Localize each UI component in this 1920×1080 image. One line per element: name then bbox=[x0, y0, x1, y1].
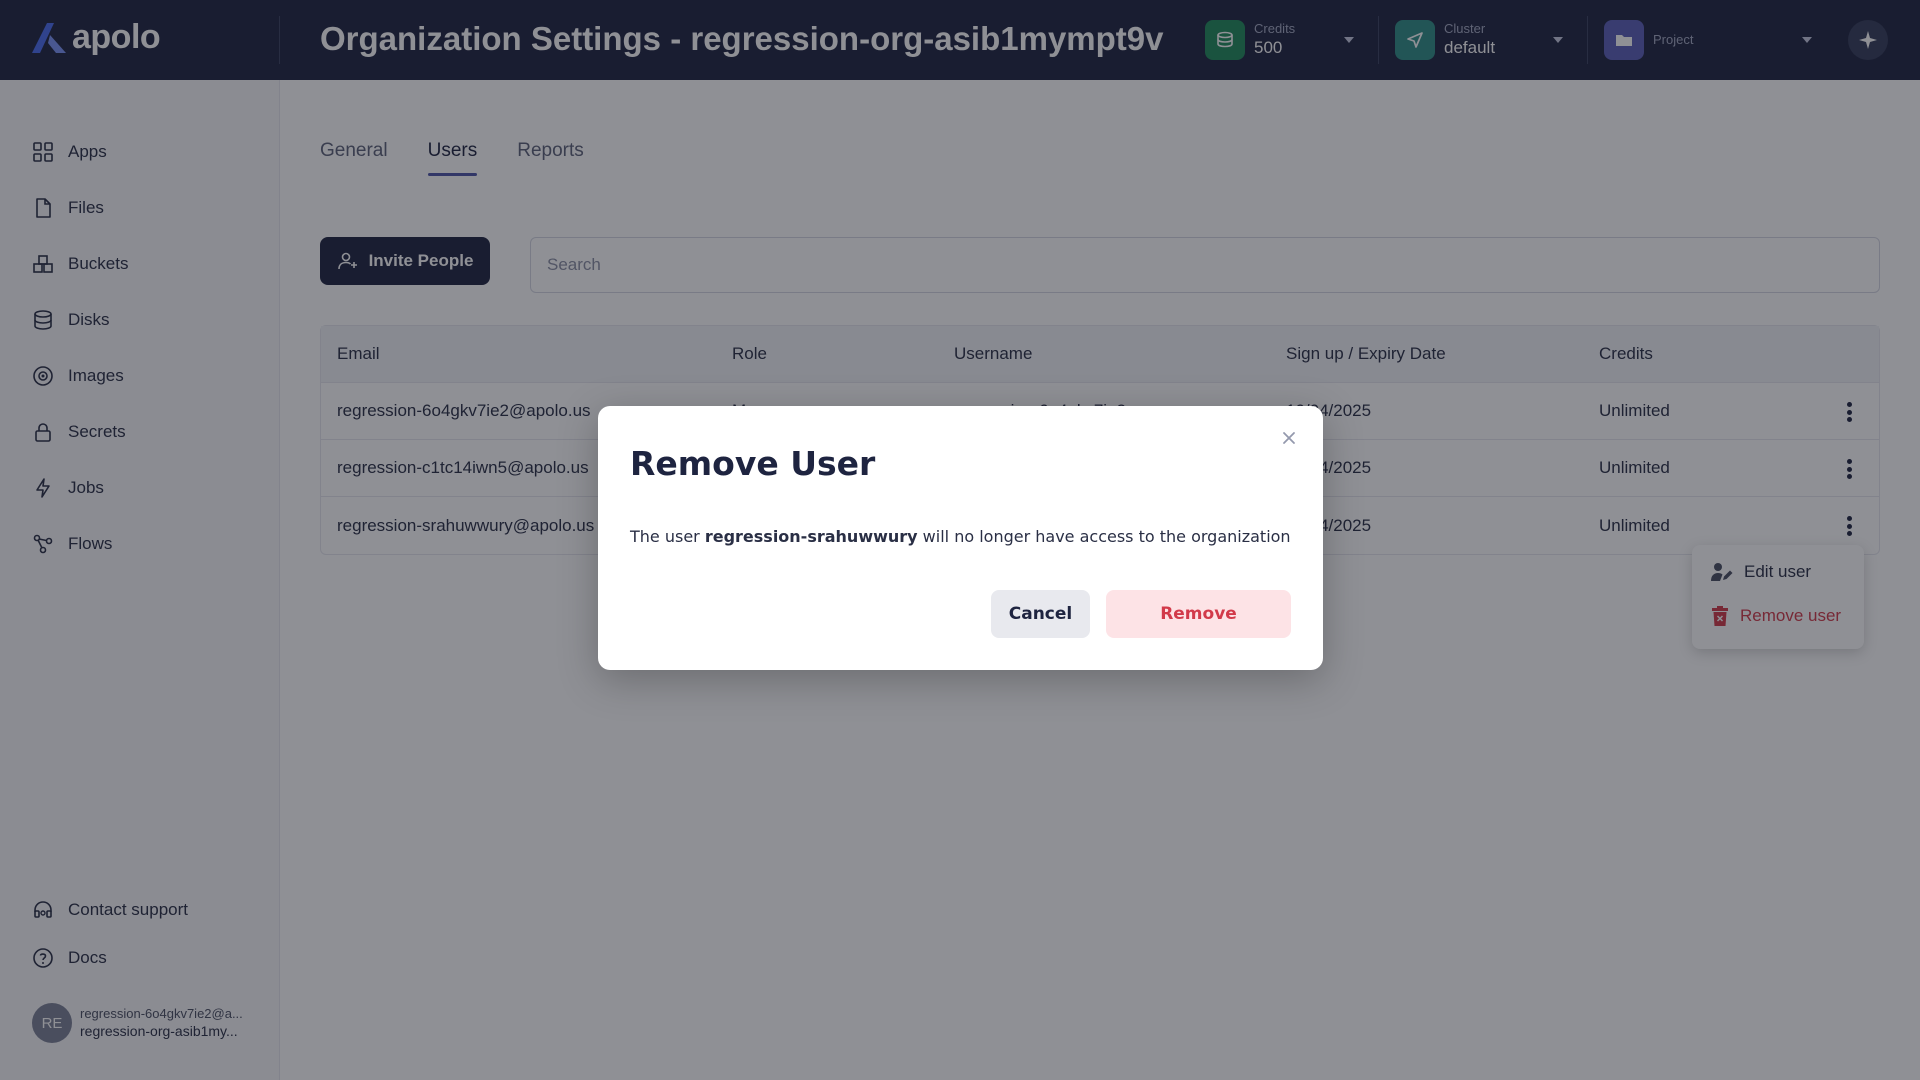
cancel-button[interactable]: Cancel bbox=[991, 590, 1090, 638]
dialog-message-suffix: will no longer have access to the organi… bbox=[917, 527, 1291, 546]
close-icon[interactable] bbox=[1279, 428, 1299, 448]
remove-button[interactable]: Remove bbox=[1106, 590, 1291, 638]
dialog-title: Remove User bbox=[630, 444, 876, 483]
remove-user-dialog: Remove User The user regression-srahuwwu… bbox=[598, 406, 1323, 670]
dialog-message: The user regression-srahuwwury will no l… bbox=[630, 527, 1291, 546]
dialog-message-username: regression-srahuwwury bbox=[704, 527, 918, 546]
dialog-message-prefix: The user bbox=[630, 527, 705, 546]
